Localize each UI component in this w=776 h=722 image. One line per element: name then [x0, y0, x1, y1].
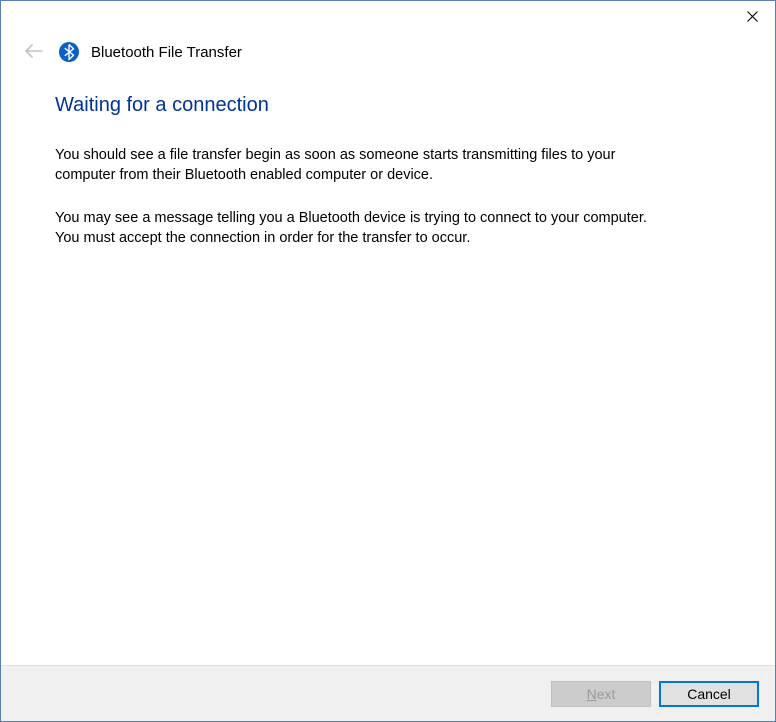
next-button-accelerator: N [587, 686, 597, 702]
next-button: Next [551, 681, 651, 707]
content-area: Waiting for a connection You should see … [1, 74, 775, 665]
footer: Next Cancel [1, 665, 775, 721]
bluetooth-icon [59, 42, 79, 62]
next-button-label-suffix: ext [597, 686, 616, 702]
cancel-button[interactable]: Cancel [659, 681, 759, 707]
header-row: Bluetooth File Transfer [1, 35, 775, 74]
wizard-window: Bluetooth File Transfer Waiting for a co… [1, 1, 775, 721]
window-title: Bluetooth File Transfer [91, 44, 242, 61]
close-icon [747, 11, 758, 22]
body-paragraph-1: You should see a file transfer begin as … [55, 145, 665, 186]
body-paragraph-2: You may see a message telling you a Blue… [55, 208, 665, 249]
back-arrow-icon [21, 40, 47, 64]
close-button[interactable] [729, 1, 775, 31]
titlebar [1, 1, 775, 35]
page-heading: Waiting for a connection [55, 94, 721, 117]
